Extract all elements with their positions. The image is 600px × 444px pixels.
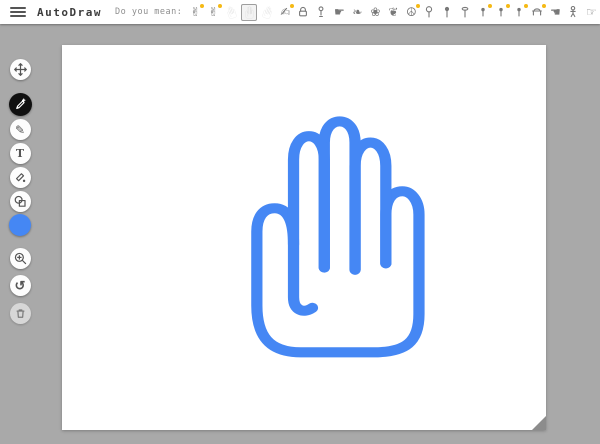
pushpin-flat-icon (458, 5, 472, 19)
hamburger-icon (10, 7, 26, 9)
suggestion-victory-hand[interactable]: ✌ (187, 4, 203, 21)
undo-icon: ↺ (15, 279, 26, 292)
undo-button[interactable]: ↺ (10, 275, 31, 296)
autodraw-tool[interactable] (9, 93, 32, 116)
suggestion-open-hand[interactable] (241, 4, 257, 21)
new-suggestion-dot (524, 4, 529, 9)
suggestion-map-pin[interactable] (475, 4, 491, 21)
suggestion-figure[interactable] (565, 4, 581, 21)
balloon-pin-icon (422, 5, 436, 19)
suggestion-leaf[interactable]: ❦ (385, 4, 401, 21)
new-suggestion-dot (416, 4, 421, 9)
hand-drawing (232, 115, 445, 365)
grab-hand-icon: ☚ (550, 6, 561, 18)
suggestion-balloon-pin[interactable] (421, 4, 437, 21)
victory-hand-2-icon: ✌ (208, 6, 218, 18)
suggestion-pushpin-flat[interactable] (457, 4, 473, 21)
pencil-icon: ✎ (15, 124, 25, 136)
suggestion-cursor-hand[interactable]: ☛ (331, 4, 347, 21)
suggestion-hand-tilt-right[interactable] (259, 4, 275, 21)
delete-button (10, 303, 31, 324)
suggestion-victory-hand-2[interactable]: ✌ (205, 4, 221, 21)
workspace: ✎ T ↺ (0, 24, 600, 444)
suggestion-map-pin-3[interactable] (511, 4, 527, 21)
fist-hand-icon: ✍ (280, 6, 290, 18)
new-suggestion-dot (200, 4, 205, 9)
new-suggestion-dot (542, 4, 547, 9)
suggestion-fist-hand[interactable]: ✍ (277, 4, 293, 21)
new-suggestion-dot (506, 4, 511, 9)
zoom-tool[interactable] (10, 248, 31, 269)
suggestion-bench[interactable] (529, 4, 545, 21)
trash-icon (13, 306, 28, 321)
fill-tool[interactable] (10, 167, 31, 188)
suggestion-map-pin-2[interactable] (493, 4, 509, 21)
menu-button[interactable] (10, 5, 26, 19)
new-suggestion-dot (290, 4, 295, 9)
select-tool[interactable] (10, 59, 31, 80)
suggestion-pin-figure[interactable] (313, 4, 329, 21)
toolbar-sidebar: ✎ T ↺ (0, 24, 40, 324)
pin-figure-icon (314, 5, 328, 19)
suggestion-flower[interactable]: ❀ (367, 4, 383, 21)
flower-icon: ❀ (370, 6, 380, 18)
new-suggestion-dot (488, 4, 493, 9)
suggestion-point-hand[interactable]: ☞ (583, 4, 599, 21)
point-hand-icon: ☞ (586, 6, 597, 18)
suggestion-leaf-branch[interactable]: ❧ (349, 4, 365, 21)
new-suggestion-dot (218, 4, 223, 9)
suggestion-grab-hand[interactable]: ☚ (547, 4, 563, 21)
leaf-branch-icon: ❧ (352, 6, 362, 18)
shape-icon (13, 194, 28, 209)
app-title: AutoDraw (37, 6, 102, 19)
suggestion-hand-tilt-left[interactable] (223, 4, 239, 21)
figure-icon (566, 5, 580, 19)
suggestion-prompt: Do you mean: (115, 7, 182, 17)
peace-symbol-icon: ☮ (406, 6, 417, 18)
lock-icon (296, 5, 310, 19)
open-hand-icon (244, 6, 255, 19)
shape-tool[interactable] (10, 191, 31, 212)
suggestion-peace-symbol[interactable]: ☮ (403, 4, 419, 21)
suggestion-lock[interactable] (295, 4, 311, 21)
drawing-canvas[interactable] (62, 45, 546, 430)
suggestion-strip: ✌ ✌ ✍ ☛ ❧ ❀ ❦ ☮ ☚ ☞ (187, 0, 599, 24)
suggestion-pushpin[interactable] (439, 4, 455, 21)
hand-strokes (257, 121, 419, 352)
fill-icon (13, 170, 28, 185)
hand-tilt-left-icon (224, 4, 238, 20)
move-icon (13, 62, 28, 77)
leaf-icon: ❦ (388, 6, 398, 18)
victory-hand-icon: ✌ (190, 6, 200, 18)
magic-pencil-icon (13, 97, 28, 112)
cursor-hand-icon: ☛ (334, 6, 345, 18)
type-tool[interactable]: T (10, 143, 31, 164)
topbar: AutoDraw Do you mean: ✌ ✌ ✍ ☛ ❧ ❀ ❦ ☮ ☚ ☞ (0, 0, 600, 24)
color-swatch[interactable] (9, 214, 31, 236)
draw-tool[interactable]: ✎ (10, 119, 31, 140)
zoom-icon (13, 251, 28, 266)
pushpin-icon (440, 5, 454, 19)
hand-tilt-right-icon (260, 4, 274, 20)
type-icon: T (16, 148, 24, 159)
canvas-resize-handle[interactable] (532, 416, 546, 430)
